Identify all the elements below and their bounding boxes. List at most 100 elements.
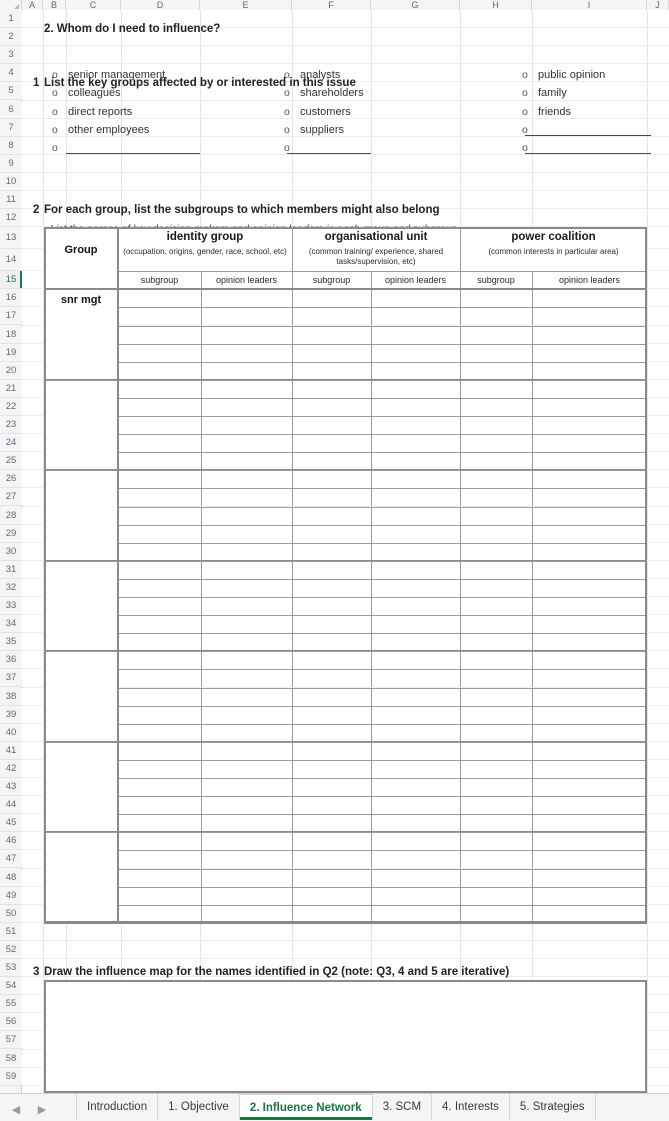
table-data-cell[interactable]: [532, 416, 647, 435]
row-header-52[interactable]: 52: [0, 940, 22, 959]
table-data-cell[interactable]: [460, 832, 532, 851]
row-header-12[interactable]: 12: [0, 209, 22, 228]
table-data-cell[interactable]: [118, 886, 201, 905]
table-data-cell[interactable]: [532, 723, 647, 742]
table-data-cell[interactable]: [292, 434, 371, 453]
table-data-cell[interactable]: [460, 289, 532, 308]
table-data-cell[interactable]: [118, 307, 201, 326]
column-header-C[interactable]: C: [66, 0, 121, 10]
table-data-cell[interactable]: [532, 759, 647, 778]
table-group-name-cell-6[interactable]: [44, 832, 118, 923]
table-group-name-cell-3[interactable]: [44, 560, 118, 652]
table-data-cell[interactable]: [371, 488, 460, 507]
row-header-13[interactable]: 13: [0, 227, 22, 250]
table-data-cell[interactable]: [292, 850, 371, 869]
table-data-cell[interactable]: [292, 615, 371, 634]
table-data-cell[interactable]: [371, 723, 460, 742]
table-data-cell[interactable]: [460, 343, 532, 362]
table-data-cell[interactable]: [201, 723, 292, 742]
table-data-cell[interactable]: [201, 289, 292, 308]
table-data-cell[interactable]: [532, 434, 647, 453]
table-data-cell[interactable]: [292, 814, 371, 833]
table-data-cell[interactable]: [460, 778, 532, 797]
column-header-B[interactable]: B: [43, 0, 66, 10]
table-data-cell[interactable]: [201, 397, 292, 416]
row-header-36[interactable]: 36: [0, 651, 22, 670]
table-data-cell[interactable]: [371, 832, 460, 851]
table-data-cell[interactable]: [292, 578, 371, 597]
table-data-cell[interactable]: [118, 814, 201, 833]
table-data-cell[interactable]: [371, 397, 460, 416]
table-data-cell[interactable]: [532, 904, 647, 923]
table-data-cell[interactable]: [371, 904, 460, 923]
row-header-16[interactable]: 16: [0, 289, 22, 308]
table-data-cell[interactable]: [371, 814, 460, 833]
table-data-cell[interactable]: [460, 705, 532, 724]
table-data-cell[interactable]: [532, 868, 647, 887]
table-data-cell[interactable]: [118, 488, 201, 507]
table-data-cell[interactable]: [201, 778, 292, 797]
row-header-45[interactable]: 45: [0, 814, 22, 833]
table-data-cell[interactable]: [532, 578, 647, 597]
table-data-cell[interactable]: [201, 850, 292, 869]
table-data-cell[interactable]: [460, 488, 532, 507]
column-header-H[interactable]: H: [460, 0, 532, 10]
row-header-24[interactable]: 24: [0, 434, 22, 453]
q1-blank-write-in-line[interactable]: [525, 134, 651, 136]
row-header-25[interactable]: 25: [0, 452, 22, 471]
row-header-5[interactable]: 5: [0, 82, 22, 101]
table-data-cell[interactable]: [201, 379, 292, 398]
table-data-cell[interactable]: [118, 289, 201, 308]
table-data-cell[interactable]: [532, 669, 647, 688]
table-data-cell[interactable]: [460, 578, 532, 597]
table-data-cell[interactable]: [201, 759, 292, 778]
table-data-cell[interactable]: [460, 850, 532, 869]
row-header-8[interactable]: 8: [0, 136, 22, 155]
row-header-50[interactable]: 50: [0, 904, 22, 923]
table-data-cell[interactable]: [118, 542, 201, 561]
table-data-cell[interactable]: [118, 379, 201, 398]
table-data-cell[interactable]: [118, 796, 201, 815]
table-data-cell[interactable]: [292, 705, 371, 724]
table-data-cell[interactable]: [460, 434, 532, 453]
column-header-J[interactable]: J: [647, 0, 669, 10]
table-data-cell[interactable]: [292, 307, 371, 326]
table-data-cell[interactable]: [371, 470, 460, 489]
table-data-cell[interactable]: [201, 434, 292, 453]
sheet-tab-1-objective[interactable]: 1. Objective: [158, 1094, 240, 1120]
table-data-cell[interactable]: [460, 452, 532, 471]
table-data-cell[interactable]: [201, 904, 292, 923]
row-header-31[interactable]: 31: [0, 560, 22, 579]
table-data-cell[interactable]: [118, 723, 201, 742]
sheet-tab-5-strategies[interactable]: 5. Strategies: [509, 1094, 596, 1120]
table-data-cell[interactable]: [532, 886, 647, 905]
table-group-name-cell-1[interactable]: [44, 379, 118, 471]
row-header-9[interactable]: 9: [0, 154, 22, 173]
row-header-53[interactable]: 53: [0, 959, 22, 978]
table-data-cell[interactable]: [532, 814, 647, 833]
table-data-cell[interactable]: [118, 832, 201, 851]
table-data-cell[interactable]: [118, 416, 201, 435]
table-data-cell[interactable]: [201, 651, 292, 670]
table-data-cell[interactable]: [118, 524, 201, 543]
table-data-cell[interactable]: [371, 597, 460, 616]
table-data-cell[interactable]: [532, 615, 647, 634]
table-data-cell[interactable]: [532, 524, 647, 543]
row-header-35[interactable]: 35: [0, 633, 22, 652]
table-data-cell[interactable]: [532, 325, 647, 344]
table-data-cell[interactable]: [201, 868, 292, 887]
table-data-cell[interactable]: [371, 452, 460, 471]
row-header-48[interactable]: 48: [0, 868, 22, 887]
table-data-cell[interactable]: [371, 578, 460, 597]
table-data-cell[interactable]: [292, 361, 371, 380]
table-data-cell[interactable]: [371, 741, 460, 760]
table-data-cell[interactable]: [118, 434, 201, 453]
table-data-cell[interactable]: [201, 615, 292, 634]
table-data-cell[interactable]: [118, 669, 201, 688]
row-header-55[interactable]: 55: [0, 995, 22, 1014]
table-data-cell[interactable]: [201, 633, 292, 652]
row-header-19[interactable]: 19: [0, 343, 22, 362]
table-data-cell[interactable]: [460, 615, 532, 634]
table-data-cell[interactable]: [460, 759, 532, 778]
column-header-E[interactable]: E: [200, 0, 292, 10]
